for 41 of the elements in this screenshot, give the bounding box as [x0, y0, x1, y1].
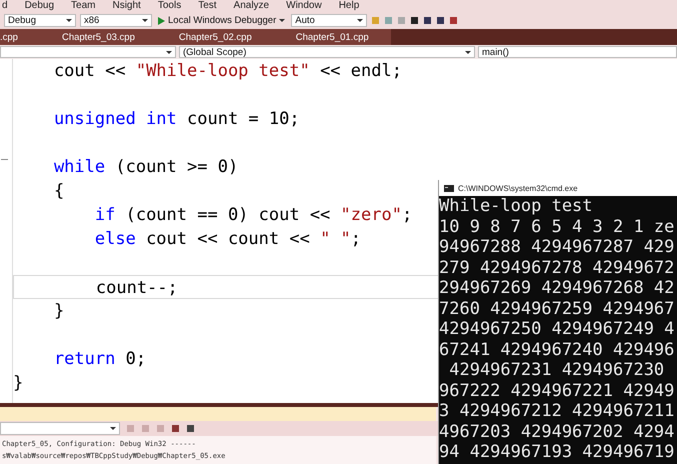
console-line: 67241 4294967240 429496: [439, 340, 676, 360]
menu-item[interactable]: Window: [286, 0, 322, 12]
scope-dropdown[interactable]: (Global Scope): [179, 46, 475, 58]
console-line: 94 4294967193 429496719: [439, 442, 676, 462]
menu-item[interactable]: Debug: [24, 0, 54, 12]
code-line: unsigned int count = 10;: [52, 109, 300, 129]
console-line: While-loop test: [439, 196, 594, 216]
console-line: 279 4294967278 42949672: [439, 258, 676, 278]
member-dropdown[interactable]: main(): [478, 46, 677, 58]
code-line: while (count >= 0): [52, 157, 238, 177]
code-line: return 0;: [52, 349, 146, 369]
menu-item[interactable]: Help: [338, 0, 360, 12]
console-line: 10 9 8 7 6 5 4 3 2 1 ze: [439, 216, 676, 237]
menu-item[interactable]: Analyze: [234, 0, 270, 12]
console-line: 94967288 4294967287 429: [439, 237, 676, 258]
platform-dropdown[interactable]: x86: [80, 14, 152, 27]
project-dropdown[interactable]: [0, 46, 176, 58]
stack-frame-dropdown[interactable]: Auto: [291, 14, 368, 27]
configuration-dropdown[interactable]: Debug: [4, 14, 76, 27]
console-icon: [444, 184, 454, 192]
console-line: 4294967231 4294967230: [448, 360, 666, 380]
menu-item[interactable]: Nsight: [112, 0, 141, 12]
code-line: count--;: [94, 278, 178, 298]
code-line: {: [52, 181, 64, 201]
console-line: 967222 4294967221 42949: [439, 380, 676, 401]
code-line: cout << "While-loop test" << endl;: [52, 61, 402, 81]
console-line: 4294967250 4294967249 4: [439, 319, 676, 340]
output-source-dropdown[interactable]: [0, 422, 120, 435]
menu-item[interactable]: Tools: [158, 0, 182, 12]
console-line: 4967203 4294967202 4294: [439, 422, 676, 442]
code-line: }: [52, 301, 64, 321]
menu-item[interactable]: d: [2, 0, 8, 12]
window-title: C:\WINDOWS\system32\cmd.exe: [458, 184, 578, 192]
console-line: 294967269 4294967268 42: [439, 278, 676, 298]
code-line: if (count == 0) cout << "zero";: [94, 205, 412, 225]
menu-item[interactable]: Team: [71, 0, 96, 12]
console-line: 3 4294967212 4294967211: [439, 401, 676, 422]
menu-item[interactable]: Test: [198, 0, 217, 12]
console-line: 7260 4294967259 4294967: [439, 298, 676, 319]
code-line: }: [13, 373, 24, 393]
code-line: else cout << count << " ";: [94, 229, 362, 249]
